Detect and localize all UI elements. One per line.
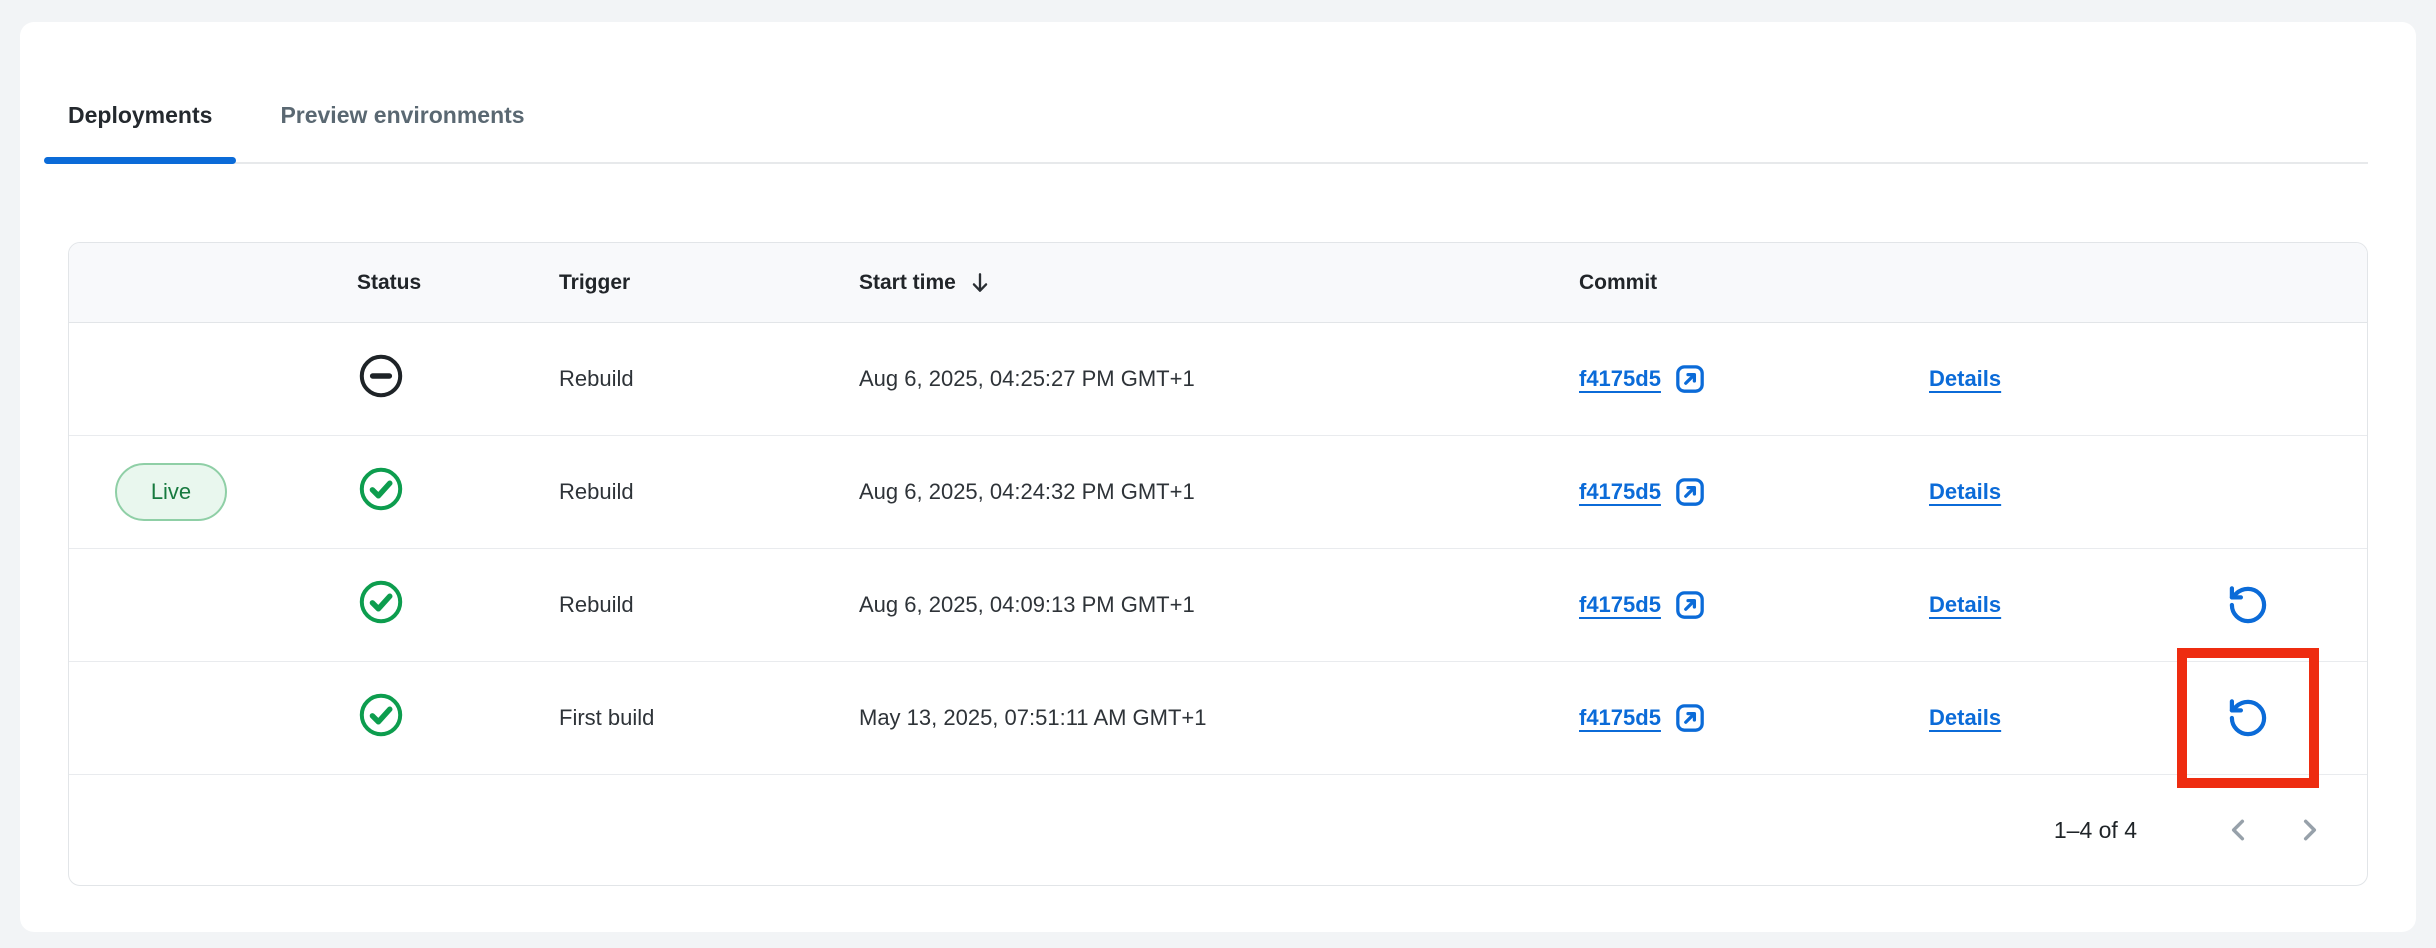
- tab-preview-environments[interactable]: Preview environments: [256, 100, 548, 162]
- trigger-cell: Rebuild: [559, 479, 859, 505]
- start-time-cell: Aug 6, 2025, 04:25:27 PM GMT+1: [859, 366, 1579, 392]
- header-start-time[interactable]: Start time: [859, 269, 1579, 297]
- commit-link[interactable]: f4175d5: [1579, 479, 1661, 505]
- deployments-panel: Deployments Preview environments Status …: [20, 22, 2416, 932]
- table-row: Live Rebuild Aug 6, 2025, 04:24:32 PM GM…: [69, 436, 2367, 549]
- table-footer-row: 1–4 of 4: [69, 775, 2367, 885]
- commit-link[interactable]: f4175d5: [1579, 592, 1661, 618]
- minus-circle-icon: [357, 352, 405, 400]
- trigger-cell: First build: [559, 705, 859, 731]
- details-link[interactable]: Details: [1929, 479, 2001, 504]
- table-row: Rebuild Aug 6, 2025, 04:25:27 PM GMT+1 f…: [69, 323, 2367, 436]
- live-badge: Live: [115, 463, 227, 521]
- retry-deployment-rotate-ccw-icon[interactable]: [2219, 576, 2277, 634]
- sort-descending-arrow-down-icon[interactable]: [966, 269, 994, 297]
- external-link-icon[interactable]: [1673, 588, 1707, 622]
- header-start-time-label: Start time: [859, 271, 956, 295]
- start-time-cell: Aug 6, 2025, 04:09:13 PM GMT+1: [859, 592, 1579, 618]
- external-link-icon[interactable]: [1673, 362, 1707, 396]
- details-link[interactable]: Details: [1929, 366, 2001, 391]
- header-trigger: Trigger: [559, 271, 859, 295]
- details-link[interactable]: Details: [1929, 592, 2001, 617]
- trigger-cell: Rebuild: [559, 592, 859, 618]
- check-circle-icon: [357, 578, 405, 626]
- retry-deployment-rotate-ccw-icon[interactable]: [2219, 689, 2277, 747]
- commit-link[interactable]: f4175d5: [1579, 366, 1661, 392]
- table-header-row: Status Trigger Start time Commit: [69, 243, 2367, 323]
- external-link-icon[interactable]: [1673, 701, 1707, 735]
- previous-page-chevron-left-icon[interactable]: [2217, 808, 2261, 852]
- trigger-cell: Rebuild: [559, 366, 859, 392]
- tab-deployments[interactable]: Deployments: [44, 100, 236, 162]
- check-circle-icon: [357, 691, 405, 739]
- deployments-table: Status Trigger Start time Commit: [68, 242, 2368, 886]
- pagination: 1–4 of 4: [69, 808, 2367, 852]
- details-link[interactable]: Details: [1929, 705, 2001, 730]
- start-time-cell: May 13, 2025, 07:51:11 AM GMT+1: [859, 705, 1579, 731]
- external-link-icon[interactable]: [1673, 475, 1707, 509]
- commit-link[interactable]: f4175d5: [1579, 705, 1661, 731]
- pagination-range-label: 1–4 of 4: [2054, 817, 2137, 844]
- header-status: Status: [309, 271, 559, 295]
- check-circle-icon: [357, 465, 405, 513]
- header-commit: Commit: [1579, 271, 1929, 295]
- start-time-cell: Aug 6, 2025, 04:24:32 PM GMT+1: [859, 479, 1579, 505]
- table-row: First build May 13, 2025, 07:51:11 AM GM…: [69, 662, 2367, 775]
- next-page-chevron-right-icon[interactable]: [2287, 808, 2331, 852]
- tab-bar: Deployments Preview environments: [68, 100, 2368, 164]
- table-row: Rebuild Aug 6, 2025, 04:09:13 PM GMT+1 f…: [69, 549, 2367, 662]
